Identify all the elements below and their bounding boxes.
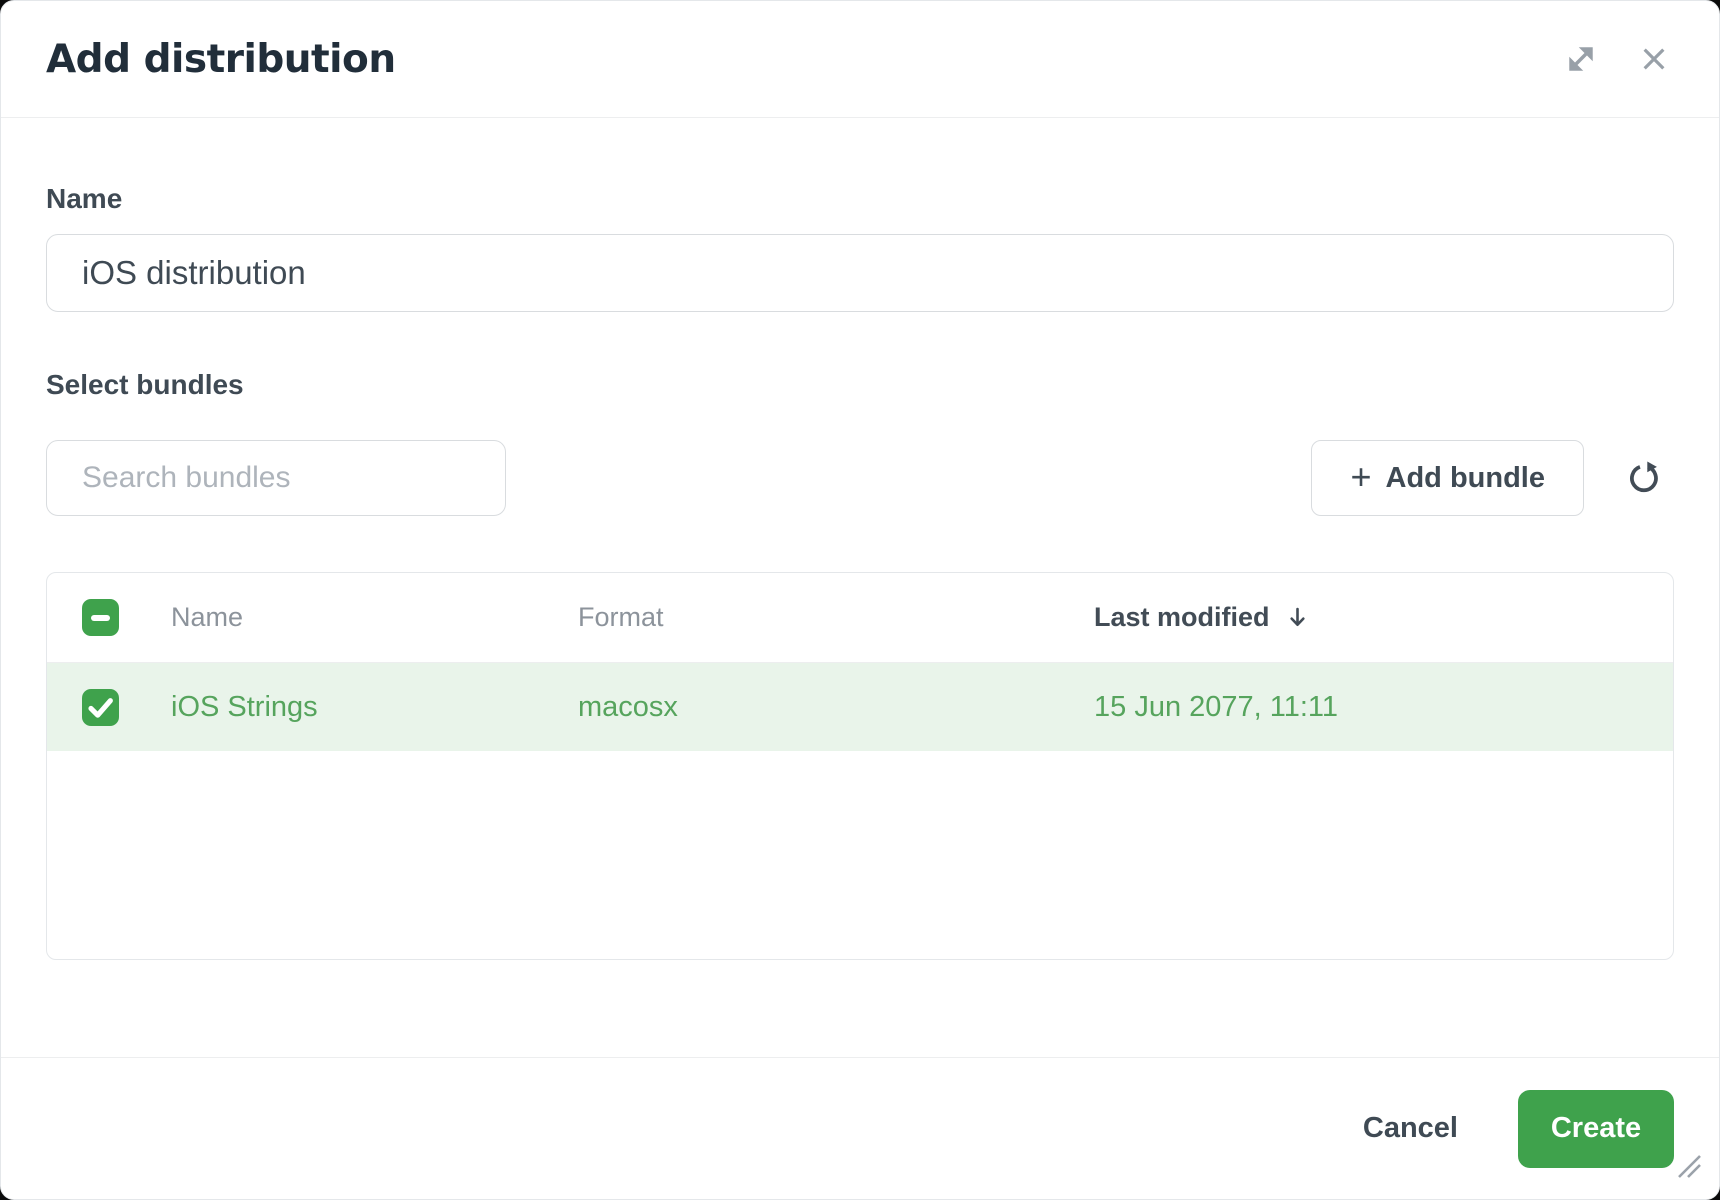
bundles-table: Name Format Last modified [46, 572, 1674, 960]
close-icon [1638, 43, 1670, 75]
column-header-format[interactable]: Format [578, 602, 664, 633]
select-all-checkbox[interactable] [82, 599, 119, 636]
bundles-toolbar: + Add bundle [46, 440, 1674, 516]
cancel-button[interactable]: Cancel [1357, 1102, 1464, 1155]
column-header-name[interactable]: Name [171, 602, 243, 633]
row-format: macosx [578, 691, 1094, 724]
row-name: iOS Strings [171, 691, 578, 724]
checkmark-icon [82, 689, 119, 726]
select-bundles-label: Select bundles [46, 368, 1674, 402]
row-checkbox[interactable] [82, 689, 119, 726]
close-button[interactable] [1634, 39, 1674, 79]
add-bundle-button[interactable]: + Add bundle [1311, 440, 1584, 516]
name-label: Name [46, 182, 1674, 216]
table-row[interactable]: iOS Strings macosx 15 Jun 2077, 11:11 [47, 663, 1673, 751]
refresh-button[interactable] [1622, 456, 1666, 500]
dialog-title: Add distribution [46, 37, 1558, 82]
add-bundle-label: Add bundle [1386, 462, 1545, 495]
table-header-row: Name Format Last modified [47, 573, 1673, 663]
plus-icon: + [1350, 459, 1371, 495]
header-actions [1558, 36, 1674, 82]
dialog-header: Add distribution [1, 1, 1719, 118]
search-bundles-input[interactable] [46, 440, 506, 516]
create-button[interactable]: Create [1518, 1090, 1674, 1168]
toolbar-right: + Add bundle [1311, 440, 1674, 516]
expand-icon [1562, 40, 1600, 78]
indeterminate-icon [91, 615, 110, 621]
sort-desc-arrow-icon [1284, 604, 1311, 631]
resize-handle[interactable] [1673, 1150, 1703, 1185]
column-header-last-modified[interactable]: Last modified [1094, 602, 1270, 633]
refresh-icon [1626, 460, 1662, 496]
row-last-modified: 15 Jun 2077, 11:11 [1094, 691, 1673, 724]
expand-button[interactable] [1558, 36, 1604, 82]
dialog-footer: Cancel Create [1, 1057, 1719, 1199]
dialog-body: Name Select bundles + Add bundle [1, 182, 1719, 960]
name-input[interactable] [46, 234, 1674, 312]
add-distribution-dialog: Add distribution [0, 0, 1720, 1200]
